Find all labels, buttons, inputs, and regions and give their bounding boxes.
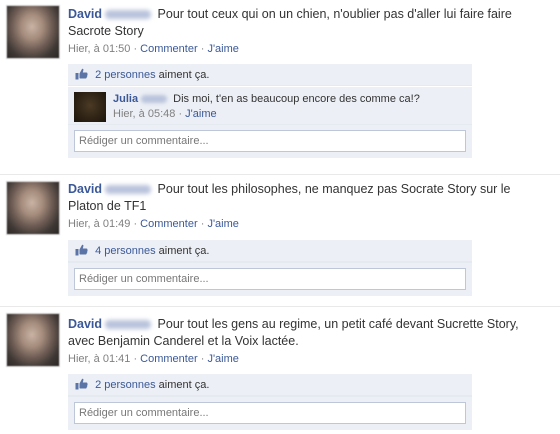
separator: · (133, 353, 138, 365)
likers-link[interactable]: 2 personnes (95, 379, 156, 391)
feedback-box: 2 personnes aiment ça. Julia Dis moi, t'… (68, 64, 472, 158)
story-message: David Pour tout les philosophes, ne manq… (68, 181, 548, 215)
separator: · (178, 108, 183, 120)
likes-summary: 2 personnes aiment ça. (68, 374, 472, 396)
likes-summary: 2 personnes aiment ça. (68, 64, 472, 86)
redacted-surname (141, 95, 168, 104)
redacted-surname (105, 185, 152, 195)
likers-link[interactable]: 2 personnes (95, 69, 156, 81)
separator: · (200, 218, 205, 230)
comment-text: Dis moi, t'en as beaucoup encore des com… (173, 93, 420, 105)
comment-input[interactable] (74, 402, 466, 424)
likes-suffix: aiment ça. (158, 69, 210, 81)
likes-suffix: aiment ça. (158, 379, 210, 391)
likers-link[interactable]: 4 personnes (95, 245, 156, 257)
story-meta: Hier, à 01:49 · Commenter · J'aime (68, 217, 548, 231)
like-link[interactable]: J'aime (207, 218, 238, 230)
comment-input[interactable] (74, 130, 466, 152)
commenter-name-link[interactable]: Julia (113, 93, 138, 105)
comment-link[interactable]: Commenter (140, 43, 197, 55)
like-link[interactable]: J'aime (207, 43, 238, 55)
story-divider (0, 306, 560, 307)
story-divider (0, 174, 560, 175)
profile-picture[interactable] (6, 181, 60, 235)
story-meta: Hier, à 01:41 · Commenter · J'aime (68, 352, 548, 366)
comment-input[interactable] (74, 268, 466, 290)
separator: · (200, 353, 205, 365)
story-meta: Hier, à 01:50 · Commenter · J'aime (68, 42, 548, 56)
thumbs-up-icon (75, 378, 88, 390)
author-name-link[interactable]: David (68, 317, 102, 331)
timestamp[interactable]: Hier, à 01:50 (68, 43, 130, 55)
separator: · (200, 43, 205, 55)
comment-link[interactable]: Commenter (140, 353, 197, 365)
comment-composer (68, 124, 472, 158)
author-name-link[interactable]: David (68, 7, 102, 21)
profile-picture[interactable] (6, 313, 60, 367)
redacted-surname (105, 10, 152, 20)
likes-suffix: aiment ça. (158, 245, 210, 257)
story-message: David Pour tout les gens au regime, un p… (68, 316, 548, 350)
profile-picture[interactable] (6, 5, 60, 59)
separator: · (133, 218, 138, 230)
comment-timestamp: Hier, à 05:48 (113, 108, 176, 120)
commenter-avatar[interactable] (74, 92, 106, 122)
thumbs-up-icon (75, 68, 88, 80)
comment-composer (68, 262, 472, 296)
feedback-box: 2 personnes aiment ça. (68, 374, 472, 430)
likes-summary: 4 personnes aiment ça. (68, 240, 472, 262)
timestamp[interactable]: Hier, à 01:41 (68, 353, 130, 365)
redacted-surname (105, 320, 152, 330)
comment-link[interactable]: Commenter (140, 218, 197, 230)
story-message: David Pour tout ceux qui on un chien, n'… (68, 6, 548, 40)
comment-composer (68, 396, 472, 430)
comment: Julia Dis moi, t'en as beaucoup encore d… (68, 86, 472, 124)
feedback-box: 4 personnes aiment ça. (68, 240, 472, 296)
thumbs-up-icon (75, 244, 88, 256)
separator: · (133, 43, 138, 55)
author-name-link[interactable]: David (68, 182, 102, 196)
comment-like-link[interactable]: J'aime (185, 108, 216, 120)
timestamp[interactable]: Hier, à 01:49 (68, 218, 130, 230)
like-link[interactable]: J'aime (207, 353, 238, 365)
